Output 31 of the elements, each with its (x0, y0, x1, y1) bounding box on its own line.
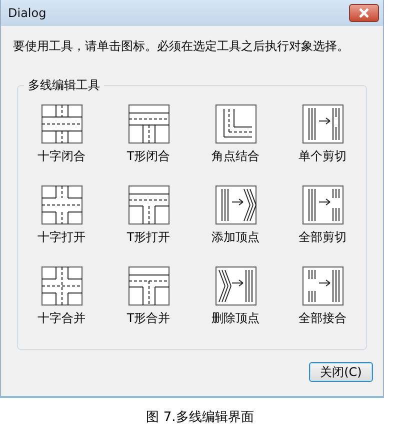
tee-lines-icon[interactable] (128, 185, 170, 225)
close-button[interactable] (349, 4, 379, 22)
crossing-lines-icon[interactable] (40, 104, 82, 144)
group-title: 多线编辑工具 (27, 77, 101, 94)
tool-label: T形闭合 (126, 148, 170, 165)
vertex-lines-icon[interactable] (214, 185, 256, 225)
vertex-lines-icon[interactable] (214, 266, 256, 306)
tool-label: 全部剪切 (298, 229, 346, 246)
crossing-lines-icon[interactable] (40, 266, 82, 306)
tool-label: T形打开 (126, 229, 170, 246)
instruction-text: 要使用工具，请单击图标。必须在选定工具之后执行对象选择。 (13, 38, 350, 55)
tee-lines-icon[interactable] (128, 104, 170, 144)
tool-label: T形合并 (126, 310, 170, 327)
window-title: Dialog (8, 6, 46, 20)
tool-label: 添加顶点 (212, 229, 260, 246)
close-dialog-button[interactable]: 关闭(C) (309, 362, 373, 382)
tool-label: 删除顶点 (212, 310, 260, 327)
tool-label: 十字合并 (38, 310, 86, 327)
tool-label: 十字打开 (38, 229, 86, 246)
cut-lines-icon[interactable] (302, 104, 344, 144)
cut-lines-icon[interactable] (302, 185, 344, 225)
tool-label: 十字闭合 (38, 148, 86, 165)
crossing-lines-icon[interactable] (40, 185, 82, 225)
corner-lines-icon[interactable] (214, 104, 256, 144)
tool-label: 全部接合 (298, 310, 346, 327)
close-icon (358, 8, 370, 18)
tee-lines-icon[interactable] (128, 266, 170, 306)
joined-lines-icon[interactable] (302, 266, 344, 306)
tool-label: 单个剪切 (298, 148, 346, 165)
figure-caption: 图 7.多线编辑界面 (145, 409, 255, 426)
tool-label: 角点结合 (212, 148, 260, 165)
